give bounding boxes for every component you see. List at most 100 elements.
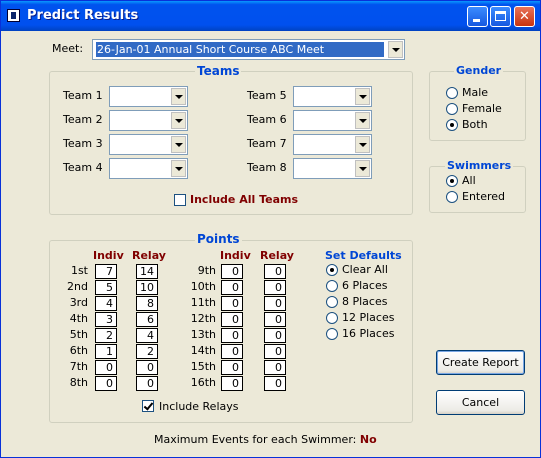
team-1-select[interactable] bbox=[109, 86, 188, 107]
indiv-points-input[interactable]: 0 bbox=[221, 296, 243, 311]
place-label: 16th bbox=[190, 376, 216, 389]
set-default-radio[interactable] bbox=[326, 264, 338, 276]
chevron-down-icon[interactable] bbox=[355, 160, 370, 177]
chevron-down-icon[interactable] bbox=[388, 41, 403, 58]
relay-points-input[interactable]: 0 bbox=[264, 328, 286, 343]
place-label: 8th bbox=[69, 376, 88, 389]
team-5-select[interactable] bbox=[293, 86, 372, 107]
include-relays-checkbox[interactable] bbox=[142, 400, 154, 412]
place-label: 1st bbox=[70, 264, 88, 277]
swimmers-radio[interactable] bbox=[446, 191, 458, 203]
team-6-select[interactable] bbox=[293, 110, 372, 131]
team-7-select[interactable] bbox=[293, 134, 372, 155]
chevron-down-icon[interactable] bbox=[171, 160, 186, 177]
indiv-points-input[interactable]: 0 bbox=[95, 376, 117, 391]
set-default-option-label: 12 Places bbox=[342, 311, 395, 324]
indiv-points-input[interactable]: 0 bbox=[221, 376, 243, 391]
relay-points-input[interactable]: 6 bbox=[136, 312, 158, 327]
chevron-down-icon[interactable] bbox=[355, 88, 370, 105]
relay-points-input[interactable]: 10 bbox=[136, 280, 158, 295]
relay-points-input[interactable]: 0 bbox=[264, 344, 286, 359]
set-default-option-label: 6 Places bbox=[342, 279, 388, 292]
team-label: Team 3 bbox=[63, 137, 103, 150]
gender-radio[interactable] bbox=[446, 103, 458, 115]
indiv-points-input[interactable]: 0 bbox=[221, 360, 243, 375]
place-label: 2nd bbox=[67, 280, 88, 293]
set-default-radio[interactable] bbox=[326, 296, 338, 308]
indiv-points-input[interactable]: 1 bbox=[95, 344, 117, 359]
indiv-points-input[interactable]: 0 bbox=[221, 280, 243, 295]
chevron-down-icon[interactable] bbox=[171, 136, 186, 153]
indiv-points-input[interactable]: 0 bbox=[221, 264, 243, 279]
place-label: 5th bbox=[69, 328, 88, 341]
team-label: Team 4 bbox=[63, 161, 103, 174]
team-3-select[interactable] bbox=[109, 134, 188, 155]
relay-points-input[interactable]: 8 bbox=[136, 296, 158, 311]
relay-points-input[interactable]: 4 bbox=[136, 328, 158, 343]
indiv-points-input[interactable]: 0 bbox=[95, 360, 117, 375]
relay-points-input[interactable]: 0 bbox=[264, 280, 286, 295]
place-label: 11th bbox=[190, 296, 216, 309]
indiv-points-input[interactable]: 5 bbox=[95, 280, 117, 295]
indiv-points-input[interactable]: 0 bbox=[221, 328, 243, 343]
indiv-points-input[interactable]: 4 bbox=[95, 296, 117, 311]
relay-header-right: Relay bbox=[260, 249, 294, 262]
relay-points-input[interactable]: 0 bbox=[264, 360, 286, 375]
chevron-down-icon[interactable] bbox=[171, 88, 186, 105]
indiv-points-input[interactable]: 0 bbox=[221, 312, 243, 327]
meet-value: 26-Jan-01 Annual Short Course ABC Meet bbox=[96, 42, 384, 57]
indiv-points-input[interactable]: 3 bbox=[95, 312, 117, 327]
set-default-option-label: 16 Places bbox=[342, 327, 395, 340]
chevron-down-icon[interactable] bbox=[171, 112, 186, 129]
place-label: 6th bbox=[69, 344, 88, 357]
team-label: Team 7 bbox=[247, 137, 287, 150]
include-all-teams-label: Include All Teams bbox=[190, 193, 299, 206]
indiv-header-left: Indiv bbox=[93, 249, 124, 262]
gender-radio[interactable] bbox=[446, 87, 458, 99]
team-2-select[interactable] bbox=[109, 110, 188, 131]
relay-points-input[interactable]: 2 bbox=[136, 344, 158, 359]
include-relays-label: Include Relays bbox=[159, 400, 239, 413]
relay-points-input[interactable]: 0 bbox=[264, 264, 286, 279]
maximize-icon bbox=[495, 11, 506, 21]
max-events-value: No bbox=[359, 433, 377, 446]
swimmers-title: Swimmers bbox=[445, 159, 514, 172]
relay-header-left: Relay bbox=[132, 249, 166, 262]
create-report-button[interactable]: Create Report bbox=[436, 350, 525, 375]
cancel-button[interactable]: Cancel bbox=[436, 390, 525, 415]
gender-radio[interactable] bbox=[446, 119, 458, 131]
relay-points-input[interactable]: 0 bbox=[136, 376, 158, 391]
include-all-teams-checkbox[interactable] bbox=[174, 194, 186, 206]
maximize-button[interactable] bbox=[490, 6, 511, 27]
team-label: Team 8 bbox=[247, 161, 287, 174]
place-label: 12th bbox=[190, 312, 216, 325]
indiv-points-input[interactable]: 0 bbox=[221, 344, 243, 359]
swimmers-option-label: All bbox=[462, 174, 476, 187]
relay-points-input[interactable]: 0 bbox=[264, 312, 286, 327]
teams-title: Teams bbox=[195, 64, 242, 78]
chevron-down-icon[interactable] bbox=[355, 136, 370, 153]
place-label: 3rd bbox=[69, 296, 88, 309]
gender-option-label: Male bbox=[462, 86, 489, 99]
minimize-button[interactable] bbox=[467, 6, 488, 27]
indiv-header-right: Indiv bbox=[220, 249, 251, 262]
relay-points-input[interactable]: 14 bbox=[136, 264, 158, 279]
place-label: 13th bbox=[190, 328, 216, 341]
relay-points-input[interactable]: 0 bbox=[264, 376, 286, 391]
indiv-points-input[interactable]: 7 bbox=[95, 264, 117, 279]
team-8-select[interactable] bbox=[293, 158, 372, 179]
set-default-radio[interactable] bbox=[326, 328, 338, 340]
close-button[interactable]: ✕ bbox=[514, 6, 535, 27]
indiv-points-input[interactable]: 2 bbox=[95, 328, 117, 343]
chevron-down-icon[interactable] bbox=[355, 112, 370, 129]
meet-select[interactable]: 26-Jan-01 Annual Short Course ABC Meet bbox=[92, 39, 405, 60]
set-default-radio[interactable] bbox=[326, 312, 338, 324]
team-4-select[interactable] bbox=[109, 158, 188, 179]
set-defaults-title: Set Defaults bbox=[325, 249, 402, 262]
set-default-radio[interactable] bbox=[326, 280, 338, 292]
swimmers-radio[interactable] bbox=[446, 175, 458, 187]
team-label: Team 6 bbox=[247, 113, 287, 126]
relay-points-input[interactable]: 0 bbox=[264, 296, 286, 311]
relay-points-input[interactable]: 0 bbox=[136, 360, 158, 375]
title-bar[interactable]: Predict Results ✕ bbox=[1, 1, 540, 31]
